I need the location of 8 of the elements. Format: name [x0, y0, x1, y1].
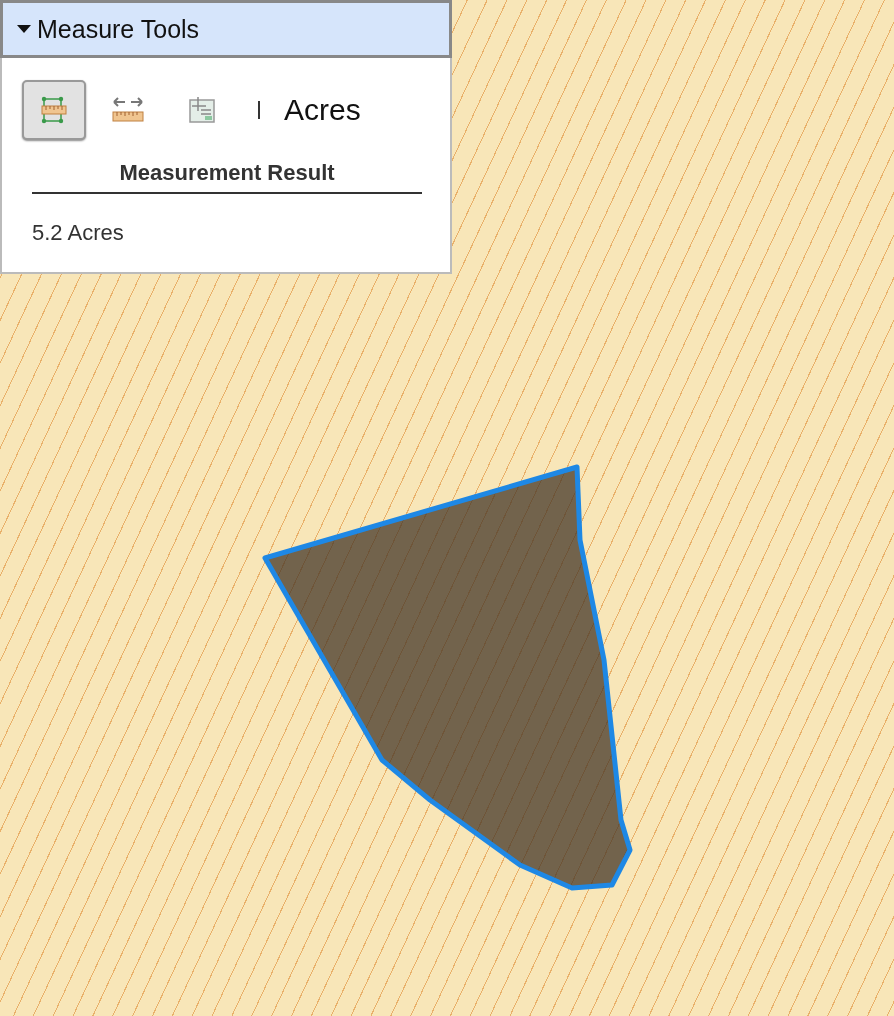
panel-header[interactable]: Measure Tools [0, 0, 452, 58]
location-grid-icon [187, 95, 217, 125]
area-ruler-icon [41, 95, 67, 125]
unit-selector[interactable]: Acres [284, 93, 361, 127]
result-heading: Measurement Result [32, 160, 422, 194]
distance-ruler-icon [111, 96, 145, 124]
area-tool-button[interactable] [22, 80, 86, 140]
result-value: 5.2 Acres [32, 220, 125, 246]
